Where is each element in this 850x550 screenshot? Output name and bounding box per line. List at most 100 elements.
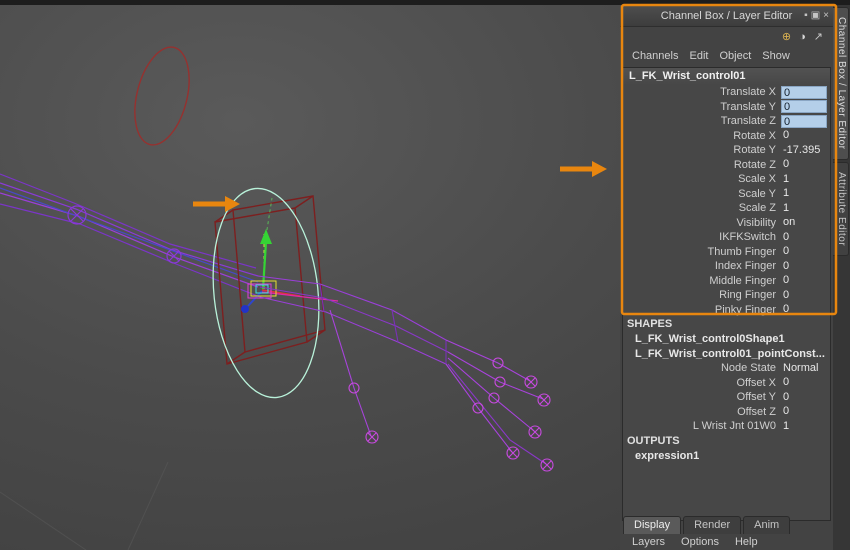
attribute-list: Translate X0Translate Y0Translate Z0Rota… xyxy=(623,85,830,317)
channel-attribute-value-field[interactable]: 0 xyxy=(781,86,827,99)
grid-lines xyxy=(0,462,168,550)
side-tab-attribute-editor[interactable]: Attribute Editor xyxy=(833,162,849,256)
channel-attribute-row: Visibilityon xyxy=(623,216,830,231)
channel-attribute-value-field[interactable]: 1 xyxy=(781,187,827,200)
channel-attribute-label: Ring Finger xyxy=(623,289,781,301)
channel-attribute-value-field[interactable]: on xyxy=(781,216,827,229)
y-axis-arrow[interactable] xyxy=(260,229,272,244)
channel-attribute-value-field[interactable]: 0 xyxy=(781,245,827,258)
fk-shoulder-control-circle[interactable] xyxy=(126,41,199,150)
channel-attribute-row: Scale X1 xyxy=(623,172,830,187)
close-icon[interactable]: × xyxy=(823,11,829,21)
channel-attribute-row: Rotate X0 xyxy=(623,129,830,144)
channel-attribute-value-field[interactable]: 0 xyxy=(781,260,827,273)
menu-edit[interactable]: Edit xyxy=(689,50,708,62)
menu-layers[interactable]: Layers xyxy=(632,536,665,548)
tab-render[interactable]: Render xyxy=(683,516,741,534)
channel-attribute-label: Scale Z xyxy=(623,202,781,214)
channel-attribute-label: Translate Z xyxy=(623,115,781,127)
shape-attribute-value-field[interactable]: 0 xyxy=(781,405,827,418)
arm-wireframe[interactable] xyxy=(0,174,260,297)
hand-wireframe[interactable] xyxy=(258,276,546,464)
channel-attribute-row: IKFKSwitch0 xyxy=(623,230,830,245)
side-tab-channel-box[interactable]: Channel Box / Layer Editor xyxy=(833,7,849,160)
channel-attribute-label: Visibility xyxy=(623,217,781,229)
fk-wrist-box-control[interactable] xyxy=(215,196,325,364)
panel-titlebar[interactable]: Channel Box / Layer Editor ▪ ▣ × xyxy=(620,5,833,27)
menu-help[interactable]: Help xyxy=(735,536,758,548)
shape-attribute-value-field[interactable]: 0 xyxy=(781,391,827,404)
shape-attribute-value-field[interactable]: 1 xyxy=(781,420,827,433)
pin-icon[interactable]: ▪ xyxy=(804,11,808,21)
channel-attribute-label: Middle Finger xyxy=(623,275,781,287)
channel-attribute-row: Rotate Z0 xyxy=(623,158,830,173)
layer-editor-tabs: DisplayRenderAnim xyxy=(623,516,790,534)
menu-object[interactable]: Object xyxy=(719,50,751,62)
channel-attribute-value-field[interactable]: 0 xyxy=(781,115,827,128)
shape-attribute-list: Node StateNormalOffset X0Offset Y0Offset… xyxy=(623,361,830,434)
slider-mode-icon[interactable]: ↗ xyxy=(814,32,823,43)
tab-display[interactable]: Display xyxy=(623,516,681,534)
outputs-section-header: OUTPUTS xyxy=(623,434,830,449)
shape-node-name: L_FK_Wrist_control01_pointConst... xyxy=(623,347,830,362)
channel-attribute-value-field[interactable]: 0 xyxy=(781,100,827,113)
shape-attribute-value-field[interactable]: Normal xyxy=(781,362,827,375)
channel-attribute-label: Rotate Y xyxy=(623,144,781,156)
shape-attribute-row: Offset X0 xyxy=(623,376,830,391)
manipulator-icon[interactable]: ⊕ xyxy=(782,32,791,43)
menu-show[interactable]: Show xyxy=(762,50,790,62)
shape-node-list: L_FK_Wrist_control0Shape1L_FK_Wrist_cont… xyxy=(623,332,830,361)
display-toggle-icon[interactable]: ◑ xyxy=(799,32,806,43)
channel-attribute-label: Translate X xyxy=(623,86,781,98)
shape-node-name: L_FK_Wrist_control0Shape1 xyxy=(623,332,830,347)
arm-joints[interactable] xyxy=(68,206,181,263)
channel-attribute-value-field[interactable]: 0 xyxy=(781,289,827,302)
channel-attribute-value-field[interactable]: 0 xyxy=(781,303,827,316)
shapes-section-header: SHAPES xyxy=(623,317,830,332)
tab-anim[interactable]: Anim xyxy=(743,516,790,534)
shape-attribute-label: Node State xyxy=(623,362,781,374)
z-axis-handle[interactable] xyxy=(241,305,249,313)
channel-attribute-label: Rotate Z xyxy=(623,159,781,171)
channel-attribute-row: Rotate Y-17.395 xyxy=(623,143,830,158)
channel-attribute-value-field[interactable]: 0 xyxy=(781,129,827,142)
panel-title: Channel Box / Layer Editor xyxy=(661,10,792,22)
maya-window: Channel Box / Layer Editor ▪ ▣ × ⊕ ◑ ↗ C… xyxy=(0,0,850,550)
finger-joints[interactable] xyxy=(349,358,553,471)
channel-attribute-label: Scale X xyxy=(623,173,781,185)
channel-attribute-label: IKFKSwitch xyxy=(623,231,781,243)
selected-object-name[interactable]: L_FK_Wrist_control01 xyxy=(623,68,830,85)
channel-attribute-value-field[interactable]: 0 xyxy=(781,158,827,171)
channel-attribute-label: Pinky Finger xyxy=(623,304,781,316)
channel-attribute-row: Translate Z0 xyxy=(623,114,830,129)
channel-attribute-label: Index Finger xyxy=(623,260,781,272)
channel-attribute-label: Translate Y xyxy=(623,101,781,113)
menu-options[interactable]: Options xyxy=(681,536,719,548)
channel-attribute-label: Rotate X xyxy=(623,130,781,142)
channel-attribute-value-field[interactable]: 1 xyxy=(781,173,827,186)
channel-attribute-row: Translate X0 xyxy=(623,85,830,100)
right-dock-tab-strip: Channel Box / Layer Editor Attribute Edit… xyxy=(833,5,850,550)
channel-attribute-row: Scale Y1 xyxy=(623,187,830,202)
channel-box-content: L_FK_Wrist_control01 Translate X0Transla… xyxy=(622,67,831,521)
channel-attribute-value-field[interactable]: 0 xyxy=(781,274,827,287)
layer-editor-menubar: Layers Options Help xyxy=(620,534,833,550)
shape-attribute-row: Offset Z0 xyxy=(623,405,830,420)
shape-attribute-label: Offset Z xyxy=(623,406,781,418)
output-node-list: expression1 xyxy=(623,449,830,464)
shape-attribute-label: Offset X xyxy=(623,377,781,389)
output-node-name: expression1 xyxy=(623,449,830,464)
channel-attribute-value-field[interactable]: 1 xyxy=(781,202,827,215)
shape-attribute-row: L Wrist Jnt 01W01 xyxy=(623,419,830,434)
channel-attribute-value-field[interactable]: 0 xyxy=(781,231,827,244)
channel-attribute-row: Ring Finger0 xyxy=(623,288,830,303)
channel-attribute-row: Pinky Finger0 xyxy=(623,303,830,318)
channel-attribute-label: Thumb Finger xyxy=(623,246,781,258)
shape-attribute-value-field[interactable]: 0 xyxy=(781,376,827,389)
channel-attribute-value-field[interactable]: -17.395 xyxy=(781,144,827,157)
shape-attribute-label: L Wrist Jnt 01W0 xyxy=(623,420,781,432)
channel-attribute-row: Middle Finger0 xyxy=(623,274,830,289)
channel-attribute-label: Scale Y xyxy=(623,188,781,200)
menu-channels[interactable]: Channels xyxy=(632,50,678,62)
float-panel-icon[interactable]: ▣ xyxy=(811,11,820,21)
